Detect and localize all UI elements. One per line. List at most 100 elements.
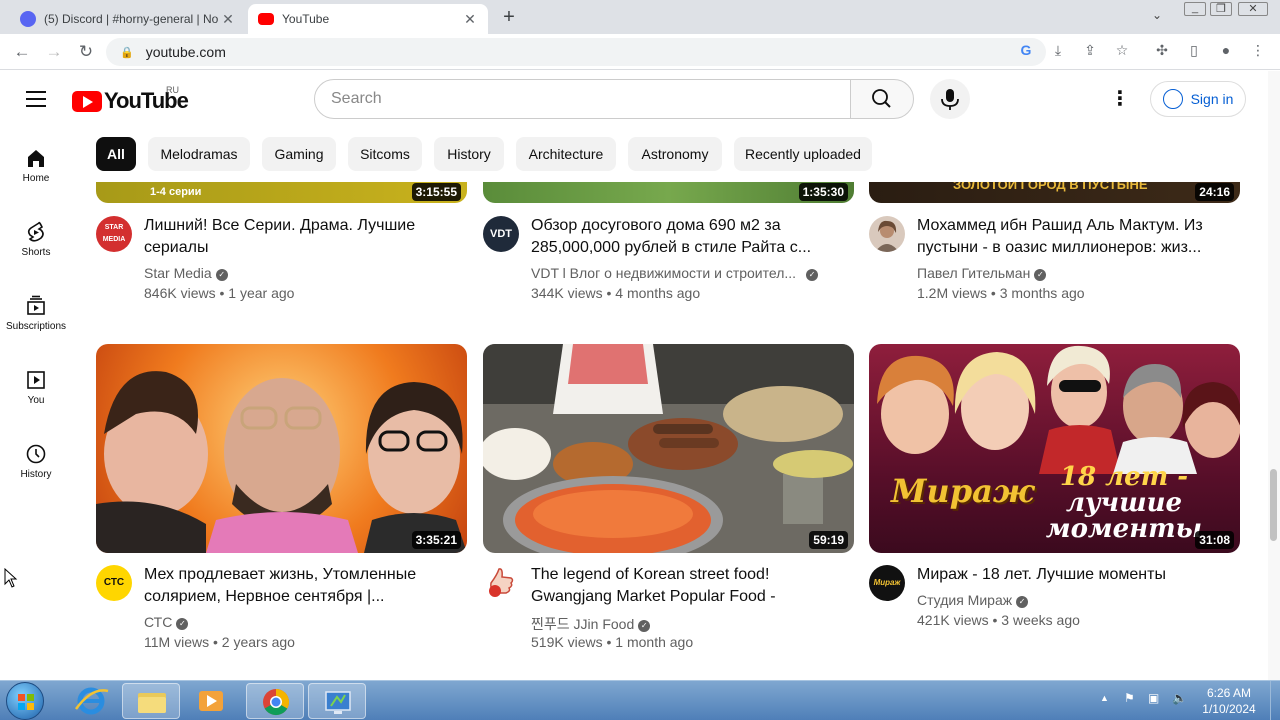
back-arrow-icon[interactable]: ← — [10, 40, 34, 64]
channel-name[interactable]: Студия Мираж ✓ — [917, 592, 1029, 608]
tab-discord[interactable]: (5) Discord | #horny-general | No ✕ — [10, 4, 246, 34]
video-thumbnail[interactable]: 1-4 серии 3:15:55 — [96, 182, 467, 203]
sidebar-item-you[interactable]: You — [0, 349, 72, 419]
shorts-icon — [27, 221, 44, 242]
sidebar-item-history[interactable]: History — [0, 423, 72, 493]
channel-name[interactable]: VDT l Влог о недвижимости и строител... ✓ — [531, 265, 819, 281]
address-bar[interactable]: 🔒 youtube.com — [106, 38, 1046, 66]
thumbnail-caption: 1-4 серии — [150, 186, 202, 198]
video-card[interactable]: ЗОЛОТОЙ ГОРОД В ПУСТЫНЕ 24:16 Мохаммед и… — [869, 182, 1241, 312]
close-tab-icon[interactable]: ✕ — [220, 11, 236, 28]
taskbar-app[interactable] — [308, 683, 366, 719]
video-card[interactable]: 59:19 The legend of Korean street food! … — [483, 344, 855, 654]
chip-melodramas[interactable]: Melodramas — [148, 137, 250, 171]
sidebar-item-home[interactable]: Home — [0, 127, 72, 197]
channel-name[interactable]: 찐푸드 JJin Food ✓ — [531, 614, 651, 634]
volume-muted-icon[interactable]: 🔈 — [1172, 691, 1187, 705]
region-code: RU — [166, 85, 179, 95]
show-desktop-button[interactable] — [1270, 681, 1280, 720]
video-card[interactable]: 1-4 серии 3:15:55 STAR MEDIA Лишний! Все… — [96, 182, 468, 312]
video-title[interactable]: Обзор досугового дома 690 м2 за 285,000,… — [531, 215, 831, 259]
window-close-button[interactable]: ✕ — [1238, 2, 1268, 16]
chip-history[interactable]: History — [434, 137, 504, 171]
system-clock[interactable]: 6:26 AM 1/10/2024 — [1194, 685, 1264, 717]
video-title[interactable]: Мохаммед ибн Рашид Аль Мактум. Из пустын… — [917, 215, 1217, 259]
thumbnail-caption: ЗОЛОТОЙ ГОРОД В ПУСТЫНЕ — [953, 182, 1148, 192]
channel-avatar[interactable] — [483, 565, 519, 601]
channel-avatar[interactable]: VDT — [483, 216, 519, 252]
video-title[interactable]: Лишний! Все Серии. Драма. Лучшие сериалы — [144, 215, 444, 259]
video-title[interactable]: Мех продлевает жизнь, Утомленные солярие… — [144, 564, 444, 608]
chrome-menu-icon[interactable]: ⋮ — [1248, 42, 1268, 59]
channel-avatar[interactable]: СТС — [96, 565, 132, 601]
channel-name[interactable]: Star Media ✓ — [144, 265, 228, 281]
verified-check-icon: ✓ — [215, 269, 228, 281]
forward-arrow-icon[interactable]: → — [42, 40, 66, 64]
caption-line: 18 лет - — [1059, 462, 1189, 492]
sign-in-button[interactable]: Sign in — [1150, 81, 1246, 117]
profile-icon[interactable]: ● — [1216, 42, 1236, 58]
chip-all[interactable]: All — [96, 137, 136, 171]
channel-avatar[interactable]: STAR MEDIA — [96, 216, 132, 252]
chip-architecture[interactable]: Architecture — [516, 137, 616, 171]
verified-check-icon: ✓ — [1034, 269, 1047, 281]
taskbar-media-player[interactable] — [182, 683, 240, 719]
video-card[interactable]: 3:35:21 СТС Мех продлевает жизнь, Утомле… — [96, 344, 468, 654]
video-thumbnail[interactable]: Мираж 18 лет - лучшие моменты 31:08 — [869, 344, 1240, 553]
video-title[interactable]: Мираж - 18 лет. Лучшие моменты — [917, 564, 1217, 586]
tab-youtube[interactable]: YouTube ✕ — [248, 4, 488, 34]
side-panel-icon[interactable]: ▯ — [1184, 42, 1204, 59]
reload-icon[interactable]: ↻ — [74, 40, 98, 64]
settings-more-icon[interactable]: ⋮ — [1110, 85, 1130, 113]
upload-age: 1 year ago — [228, 285, 295, 301]
minimize-button[interactable]: _ — [1184, 2, 1206, 16]
view-count: 519K views — [531, 634, 603, 650]
page-scrollbar[interactable] — [1268, 71, 1280, 680]
share-icon[interactable]: ⇪ — [1080, 42, 1100, 59]
google-lens-icon[interactable]: G — [1016, 42, 1036, 58]
restore-button[interactable]: ❐ — [1210, 2, 1232, 16]
tab-search-chevron-icon[interactable]: ⌄ — [1152, 8, 1162, 28]
video-duration: 3:15:55 — [411, 183, 461, 201]
start-button[interactable] — [6, 682, 44, 720]
close-tab-icon[interactable]: ✕ — [462, 11, 478, 28]
clock-time: 6:26 AM — [1206, 686, 1252, 700]
channel-avatar[interactable] — [869, 216, 905, 252]
monitor-app-icon — [325, 691, 351, 714]
new-tab-button[interactable]: + — [498, 6, 520, 28]
channel-avatar[interactable]: Мираж — [869, 565, 905, 601]
search-input[interactable]: Search — [314, 79, 851, 119]
show-hidden-icons-arrow[interactable]: ▲ — [1100, 693, 1109, 703]
chip-gaming[interactable]: Gaming — [262, 137, 336, 171]
video-thumbnail[interactable]: 59:19 — [483, 344, 854, 553]
channel-name[interactable]: Павел Гительман ✓ — [917, 265, 1047, 281]
chip-astronomy[interactable]: Astronomy — [628, 137, 722, 171]
video-card[interactable]: Мираж 18 лет - лучшие моменты 31:08 Мира… — [869, 344, 1241, 654]
install-app-icon[interactable]: ⤓ — [1048, 42, 1068, 59]
video-thumbnail[interactable]: 3:35:21 — [96, 344, 467, 553]
search-button[interactable] — [850, 79, 914, 119]
scrollbar-thumb[interactable] — [1270, 469, 1277, 541]
video-thumbnail[interactable]: ЗОЛОТОЙ ГОРОД В ПУСТЫНЕ 24:16 — [869, 182, 1240, 203]
taskbar-chrome[interactable] — [246, 683, 304, 719]
extensions-puzzle-icon[interactable]: ✣ — [1152, 42, 1172, 59]
video-duration: 24:16 — [1195, 183, 1234, 201]
taskbar-file-explorer[interactable] — [122, 683, 180, 719]
sidebar-item-shorts[interactable]: Shorts — [0, 201, 72, 271]
action-center-flag-icon[interactable]: ⚑ — [1124, 691, 1135, 705]
chip-recently-uploaded[interactable]: Recently uploaded — [734, 137, 872, 171]
chip-sitcoms[interactable]: Sitcoms — [348, 137, 422, 171]
video-thumbnail[interactable]: 1:35:30 — [483, 182, 854, 203]
voice-search-button[interactable] — [930, 79, 970, 119]
video-card[interactable]: 1:35:30 VDT Обзор досугового дома 690 м2… — [483, 182, 855, 312]
browser-toolbar: ← → ↻ 🔒 youtube.com G ⤓ ⇪ ☆ ✣ ▯ ● ⋮ — [0, 34, 1280, 70]
youtube-logo[interactable]: YouTube RU — [72, 85, 189, 114]
bookmark-star-icon[interactable]: ☆ — [1112, 42, 1132, 59]
network-icon[interactable]: ▣ — [1148, 691, 1159, 705]
clock-date: 1/10/2024 — [1202, 702, 1256, 716]
sidebar-item-subscriptions[interactable]: Subscriptions — [0, 275, 72, 345]
hamburger-menu-icon[interactable] — [26, 91, 46, 107]
video-title[interactable]: The legend of Korean street food! Gwangj… — [531, 564, 831, 608]
taskbar-internet-explorer[interactable] — [62, 683, 120, 719]
channel-name[interactable]: СТС ✓ — [144, 614, 189, 630]
